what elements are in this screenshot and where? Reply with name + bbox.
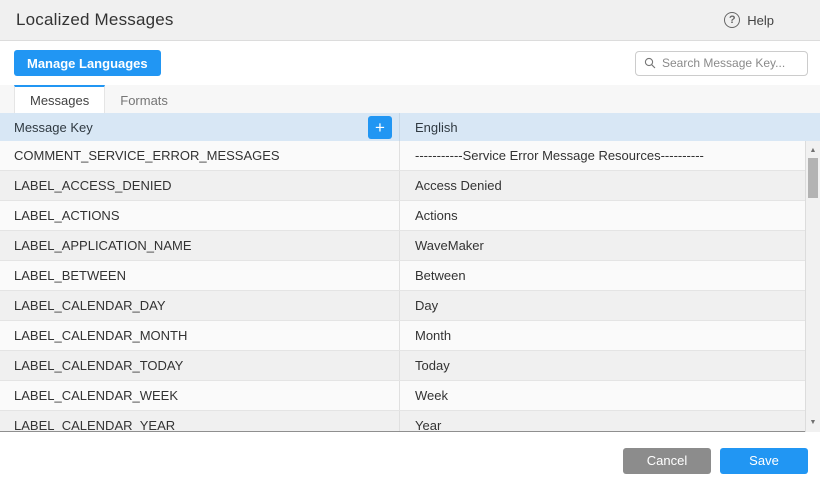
message-value-cell[interactable]: Year	[400, 411, 820, 432]
manage-languages-button[interactable]: Manage Languages	[14, 50, 161, 76]
scroll-down-icon[interactable]: ▼	[806, 415, 820, 430]
message-value-cell[interactable]: WaveMaker	[400, 231, 820, 260]
scroll-up-icon[interactable]: ▲	[806, 143, 820, 158]
header-bar: Localized Messages ? Help	[0, 0, 820, 41]
message-value-cell[interactable]: Day	[400, 291, 820, 320]
page-title: Localized Messages	[16, 10, 174, 30]
add-message-key-button[interactable]: +	[368, 116, 392, 139]
table-row: LABEL_CALENDAR_TODAY Today	[0, 351, 820, 381]
message-key-cell[interactable]: LABEL_ACTIONS	[0, 201, 400, 230]
message-value-cell[interactable]: Between	[400, 261, 820, 290]
message-value-cell[interactable]: Actions	[400, 201, 820, 230]
localized-messages-dialog: Localized Messages ? Help Manage Languag…	[0, 0, 820, 489]
message-value-cell[interactable]: Week	[400, 381, 820, 410]
tab-messages[interactable]: Messages	[14, 85, 105, 113]
message-key-header-label: Message Key	[14, 120, 93, 135]
table-header: Message Key + English	[0, 113, 820, 141]
message-key-cell[interactable]: LABEL_CALENDAR_WEEK	[0, 381, 400, 410]
table-body: COMMENT_SERVICE_ERROR_MESSAGES ---------…	[0, 141, 820, 432]
table-row: LABEL_CALENDAR_MONTH Month	[0, 321, 820, 351]
message-key-cell[interactable]: LABEL_CALENDAR_MONTH	[0, 321, 400, 350]
table-row: LABEL_APPLICATION_NAME WaveMaker	[0, 231, 820, 261]
search-icon	[644, 57, 656, 69]
column-header-message-key: Message Key +	[0, 113, 400, 141]
toolbar: Manage Languages	[0, 41, 820, 85]
scrollbar-thumb[interactable]	[808, 158, 818, 198]
column-header-english: English	[400, 113, 820, 141]
footer-bar: Cancel Save	[0, 432, 820, 489]
table-row: LABEL_ACCESS_DENIED Access Denied	[0, 171, 820, 201]
message-value-cell[interactable]: Today	[400, 351, 820, 380]
table-row: LABEL_CALENDAR_YEAR Year	[0, 411, 820, 432]
message-value-cell[interactable]: -----------Service Error Message Resourc…	[400, 141, 820, 170]
tab-bar: Messages Formats	[0, 85, 820, 113]
help-button[interactable]: ? Help	[724, 12, 774, 28]
message-value-cell[interactable]: Access Denied	[400, 171, 820, 200]
messages-table: Message Key + English COMMENT_SERVICE_ER…	[0, 113, 820, 432]
help-label: Help	[747, 13, 774, 28]
message-key-cell[interactable]: LABEL_CALENDAR_TODAY	[0, 351, 400, 380]
table-row: LABEL_CALENDAR_WEEK Week	[0, 381, 820, 411]
message-key-cell[interactable]: COMMENT_SERVICE_ERROR_MESSAGES	[0, 141, 400, 170]
help-icon: ?	[724, 12, 740, 28]
table-row: COMMENT_SERVICE_ERROR_MESSAGES ---------…	[0, 141, 820, 171]
table-scrollbar[interactable]: ▲ ▼	[805, 141, 820, 432]
save-button[interactable]: Save	[720, 448, 808, 474]
message-value-cell[interactable]: Month	[400, 321, 820, 350]
message-key-cell[interactable]: LABEL_BETWEEN	[0, 261, 400, 290]
message-key-cell[interactable]: LABEL_CALENDAR_DAY	[0, 291, 400, 320]
tab-formats[interactable]: Formats	[105, 85, 183, 113]
table-row: LABEL_ACTIONS Actions	[0, 201, 820, 231]
message-key-cell[interactable]: LABEL_ACCESS_DENIED	[0, 171, 400, 200]
table-row: LABEL_BETWEEN Between	[0, 261, 820, 291]
message-key-cell[interactable]: LABEL_CALENDAR_YEAR	[0, 411, 400, 432]
english-header-label: English	[415, 120, 458, 135]
cancel-button[interactable]: Cancel	[623, 448, 711, 474]
table-row: LABEL_CALENDAR_DAY Day	[0, 291, 820, 321]
message-key-cell[interactable]: LABEL_APPLICATION_NAME	[0, 231, 400, 260]
search-box[interactable]	[635, 51, 808, 76]
search-input[interactable]	[662, 56, 799, 70]
